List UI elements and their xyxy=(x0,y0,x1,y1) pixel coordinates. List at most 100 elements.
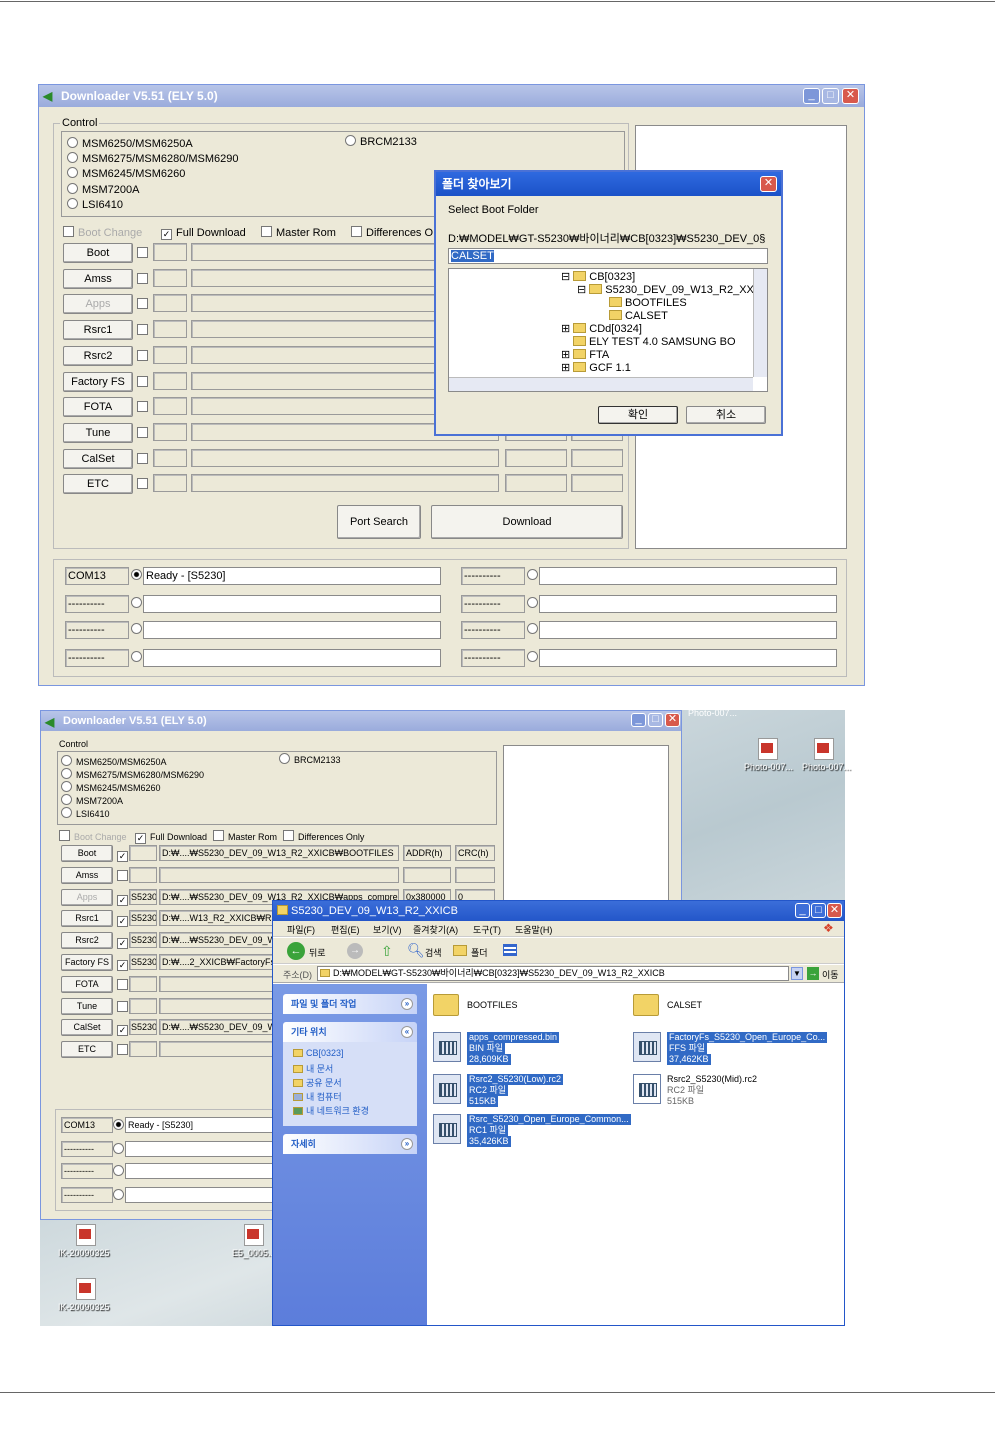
views-icon[interactable] xyxy=(503,944,517,956)
chevron-down-icon[interactable]: » xyxy=(401,998,413,1010)
file-name[interactable]: CALSET xyxy=(667,1000,702,1011)
radio-msm7200a[interactable]: MSM7200A xyxy=(61,794,123,808)
folder-icon[interactable] xyxy=(433,994,459,1016)
pdf-file-icon[interactable] xyxy=(244,1224,264,1246)
row-button[interactable]: Amss xyxy=(63,268,133,289)
pdf-file-icon[interactable] xyxy=(76,1278,96,1300)
row-checkbox[interactable] xyxy=(137,273,152,287)
ffs-file-icon[interactable] xyxy=(633,1032,661,1062)
radio-msm7200a[interactable]: MSM7200A xyxy=(67,183,139,197)
dialog-ok-button[interactable]: 확인 xyxy=(598,406,678,424)
panel-other-places[interactable]: 기타 위치 « xyxy=(283,1022,417,1042)
radio-msm6275[interactable]: MSM6275/MSM6280/MSM6290 xyxy=(61,768,204,782)
row-button[interactable]: FOTA xyxy=(61,975,113,993)
tree-item-gcf[interactable]: ⊞ GCF 1.1 xyxy=(561,362,631,375)
row-button[interactable]: Tune xyxy=(61,997,113,1015)
row-button[interactable]: CalSet xyxy=(61,1019,113,1037)
radio-msm6275[interactable]: MSM6275/MSM6280/MSM6290 xyxy=(67,152,239,166)
menu-view[interactable]: 보기(V) xyxy=(373,923,402,936)
maximize-button[interactable]: □ xyxy=(648,713,663,727)
pdf-file-icon[interactable] xyxy=(76,1224,96,1246)
search-icon[interactable]: 🔍︎ xyxy=(407,942,425,959)
file-name[interactable]: Rsrc2_S5230(Low).rc2 xyxy=(467,1074,564,1085)
row-button[interactable]: Boot xyxy=(61,845,113,862)
place-item[interactable]: 내 문서 xyxy=(293,1062,333,1075)
tree-item-bootfiles[interactable]: BOOTFILES xyxy=(609,297,687,310)
bin-file-icon[interactable] xyxy=(433,1032,461,1062)
row-checkbox[interactable] xyxy=(137,376,152,390)
search-label[interactable]: 검색 xyxy=(425,946,442,959)
row-button[interactable]: Apps xyxy=(63,294,133,315)
radio-brcm2133[interactable]: BRCM2133 xyxy=(279,753,341,767)
row-checkbox[interactable] xyxy=(137,324,152,338)
tree-item-cdd0324[interactable]: ⊞ CDd[0324] xyxy=(561,323,642,336)
folder-tree[interactable]: ⊟ CB[0323] ⊟ S5230_DEV_09_W13_R2_XX BOOT… xyxy=(448,268,768,392)
row-button[interactable]: Rsrc2 xyxy=(63,345,133,366)
row-button[interactable]: Amss xyxy=(61,866,113,884)
boot-change-checkbox[interactable]: Boot Change xyxy=(63,226,142,240)
row-button[interactable]: ETC xyxy=(63,474,133,495)
tree-hscrollbar[interactable] xyxy=(449,377,753,391)
go-label[interactable]: 이동 xyxy=(822,968,839,981)
chevron-down-icon[interactable]: » xyxy=(401,1138,413,1150)
radio-brcm2133[interactable]: BRCM2133 xyxy=(345,135,417,149)
pdf-file-icon[interactable] xyxy=(758,738,778,760)
address-input[interactable]: D:₩MODEL₩GT-S5230₩바이너리₩CB[0323]₩S5230_DE… xyxy=(317,966,789,981)
radio-msm6245[interactable]: MSM6245/MSM6260 xyxy=(61,781,161,795)
panel-details[interactable]: 자세히 » xyxy=(283,1134,417,1154)
row-checkbox[interactable] xyxy=(137,427,152,441)
radio-msm6250[interactable]: MSM6250/MSM6250A xyxy=(61,755,167,769)
row-button[interactable]: Factory FS xyxy=(61,954,113,971)
radio-lsi6410[interactable]: LSI6410 xyxy=(67,198,123,212)
menu-favorites[interactable]: 즐겨찾기(A) xyxy=(413,923,458,936)
place-item[interactable]: 내 컴퓨터 xyxy=(293,1090,342,1103)
radio-msm6250[interactable]: MSM6250/MSM6250A xyxy=(67,137,193,151)
menu-file[interactable]: 파일(F) xyxy=(287,923,315,936)
row-button[interactable]: Apps xyxy=(61,888,113,906)
chevron-down-icon[interactable]: ▼ xyxy=(791,967,803,980)
file-name[interactable]: BOOTFILES xyxy=(467,1000,518,1011)
tree-item-ely-test[interactable]: ELY TEST 4.0 SAMSUNG BO xyxy=(573,336,736,349)
maximize-button[interactable]: □ xyxy=(811,903,826,918)
folder-icon[interactable] xyxy=(633,994,659,1016)
row-button[interactable]: Rsrc1 xyxy=(63,320,133,341)
full-download-checkbox[interactable]: Full Download xyxy=(161,226,246,240)
rc1-file-icon[interactable] xyxy=(433,1114,461,1144)
boot-change-checkbox[interactable]: Boot Change xyxy=(59,830,127,844)
close-button[interactable]: ✕ xyxy=(827,903,842,918)
place-item[interactable]: CB[0323] xyxy=(293,1048,344,1058)
menu-tools[interactable]: 도구(T) xyxy=(473,923,501,936)
rc2-file-icon[interactable] xyxy=(633,1074,661,1104)
tree-item-s5230[interactable]: ⊟ S5230_DEV_09_W13_R2_XX xyxy=(577,284,754,297)
dialog-close-button[interactable]: ✕ xyxy=(760,176,777,192)
close-button[interactable]: ✕ xyxy=(842,88,859,104)
download-button[interactable]: Download xyxy=(431,505,623,539)
row-checkbox[interactable] xyxy=(137,478,152,492)
minimize-button[interactable]: _ xyxy=(631,713,646,727)
row-button[interactable]: Boot xyxy=(63,243,133,263)
full-download-checkbox[interactable]: Full Download xyxy=(135,830,207,844)
tree-item-fta[interactable]: ⊞ FTA xyxy=(561,349,609,362)
row-checkbox[interactable] xyxy=(137,453,152,467)
tree-vscrollbar[interactable] xyxy=(753,269,767,377)
port-search-button[interactable]: Port Search xyxy=(337,505,421,539)
row-checkbox[interactable] xyxy=(137,401,152,415)
place-item[interactable]: 내 네트워크 환경 xyxy=(293,1104,369,1117)
radio-msm6245[interactable]: MSM6245/MSM6260 xyxy=(67,167,185,181)
minimize-button[interactable]: _ xyxy=(795,903,810,918)
row-button[interactable]: Rsrc2 xyxy=(61,932,113,950)
dialog-cancel-button[interactable]: 취소 xyxy=(686,406,766,424)
menu-help[interactable]: 도움말(H) xyxy=(515,923,552,936)
row-checkbox[interactable] xyxy=(137,350,152,364)
close-button[interactable]: ✕ xyxy=(665,713,680,727)
file-name[interactable]: apps_compressed.bin xyxy=(467,1032,560,1043)
rc2-file-icon[interactable] xyxy=(433,1074,461,1104)
master-rom-checkbox[interactable]: Master Rom xyxy=(261,226,336,240)
forward-arrow-icon[interactable]: → xyxy=(347,943,363,959)
up-folder-icon[interactable]: ⇧ xyxy=(381,943,393,960)
file-name[interactable]: FactoryFs_S5230_Open_Europe_Co... xyxy=(667,1032,828,1043)
maximize-button[interactable]: □ xyxy=(822,88,839,104)
panel-file-tasks[interactable]: 파일 및 폴더 작업 » xyxy=(283,994,417,1014)
menu-edit[interactable]: 편집(E) xyxy=(331,923,360,936)
place-item[interactable]: 공유 문서 xyxy=(293,1076,342,1089)
